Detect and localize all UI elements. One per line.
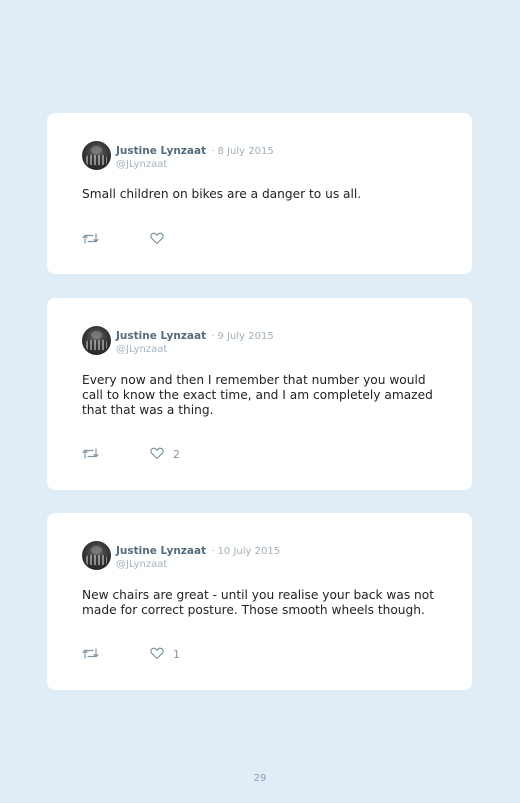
tweet-text: Small children on bikes are a danger to … — [82, 187, 362, 201]
author-handle[interactable]: @JLynzaat — [116, 343, 274, 356]
heart-icon[interactable] — [99, 645, 164, 664]
author-name[interactable]: Justine Lynzaat — [116, 145, 206, 157]
author-name[interactable]: Justine Lynzaat — [116, 545, 206, 557]
tweet-card: Justine Lynzaat · 10 July 2015 @JLynzaat… — [47, 513, 472, 690]
tweet-meta: Justine Lynzaat · 9 July 2015 @JLynzaat — [116, 327, 274, 356]
tweet-card: Justine Lynzaat · 8 July 2015 @JLynzaat … — [47, 113, 472, 274]
tweet-header: Justine Lynzaat · 10 July 2015 @JLynzaat — [82, 541, 280, 571]
tweet-card: Justine Lynzaat · 9 July 2015 @JLynzaat … — [47, 298, 472, 490]
avatar[interactable] — [82, 326, 111, 355]
author-handle[interactable]: @JLynzaat — [116, 558, 280, 571]
tweet-text: New chairs are great - until you realise… — [82, 588, 435, 617]
author-handle[interactable]: @JLynzaat — [116, 158, 274, 171]
like-count: 1 — [173, 648, 180, 661]
tweet-actions: 1 — [82, 645, 180, 664]
tweet-meta: Justine Lynzaat · 10 July 2015 @JLynzaat — [116, 542, 280, 571]
tweet-date[interactable]: · 9 July 2015 — [211, 331, 274, 342]
tweet-header: Justine Lynzaat · 8 July 2015 @JLynzaat — [82, 141, 274, 171]
page-number: 29 — [253, 773, 267, 784]
avatar[interactable] — [82, 141, 111, 170]
tweet-date[interactable]: · 8 July 2015 — [211, 146, 274, 157]
like-count: 2 — [173, 448, 180, 461]
heart-icon[interactable] — [99, 230, 164, 249]
tweet-header: Justine Lynzaat · 9 July 2015 @JLynzaat — [82, 326, 274, 356]
tweet-date[interactable]: · 10 July 2015 — [211, 546, 280, 557]
tweet-text: Every now and then I remember that numbe… — [82, 373, 433, 417]
tweet-actions — [82, 230, 173, 249]
retweet-icon[interactable] — [82, 230, 99, 249]
heart-icon[interactable] — [99, 445, 164, 464]
retweet-icon[interactable] — [82, 645, 99, 664]
avatar[interactable] — [82, 541, 111, 570]
tweet-actions: 2 — [82, 445, 180, 464]
author-name[interactable]: Justine Lynzaat — [116, 330, 206, 342]
tweet-meta: Justine Lynzaat · 8 July 2015 @JLynzaat — [116, 142, 274, 171]
retweet-icon[interactable] — [82, 445, 99, 464]
